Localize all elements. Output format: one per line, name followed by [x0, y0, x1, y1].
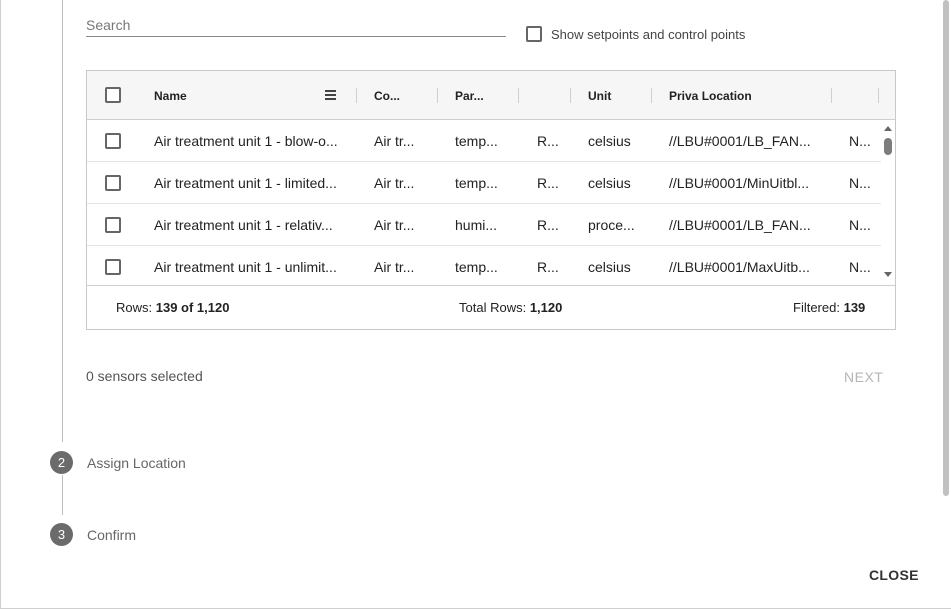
table-row[interactable]: Air treatment unit 1 - unlimit... Air tr… [87, 246, 881, 284]
page-scrollbar[interactable] [943, 0, 949, 496]
column-header-label: Unit [588, 88, 612, 103]
cell-component: Air tr... [374, 259, 415, 275]
step-number: 2 [50, 451, 73, 474]
rows-status: Rows: 139 of 1,120 [116, 300, 229, 315]
column-header-unit[interactable]: Unit [588, 71, 648, 120]
show-setpoints-checkbox[interactable] [526, 26, 542, 42]
search-input[interactable] [86, 13, 506, 36]
cell-component: Air tr... [374, 175, 415, 191]
cell-unit: celsius [588, 133, 631, 149]
step-number: 3 [50, 523, 73, 546]
cell-type: R... [537, 217, 559, 233]
filtered-value: 139 [843, 300, 866, 315]
table-row[interactable]: Air treatment unit 1 - limited... Air tr… [87, 162, 881, 204]
cell-priva-location: //LBU#0001/LB_FAN... [669, 133, 811, 149]
total-rows-value: 1,120 [529, 300, 563, 315]
cell-extra: N... [849, 259, 871, 275]
cell-name: Air treatment unit 1 - blow-o... [154, 133, 338, 149]
cell-priva-location: //LBU#0001/LB_FAN... [669, 217, 811, 233]
column-header-label: Co... [374, 88, 400, 103]
cell-unit: celsius [588, 175, 631, 191]
cell-type: R... [537, 133, 559, 149]
step-confirm[interactable]: 3 Confirm [50, 523, 136, 546]
dialog: Show setpoints and control points Name C… [0, 0, 951, 609]
show-setpoints-toggle[interactable]: Show setpoints and control points [526, 26, 745, 42]
step-label: Confirm [87, 526, 137, 543]
cell-component: Air tr... [374, 217, 415, 233]
column-separator[interactable] [437, 88, 438, 103]
filtered-label: Filtered: [793, 300, 840, 315]
filtered-status: Filtered: 139 [793, 300, 865, 315]
step-label: Assign Location [87, 454, 186, 471]
close-button[interactable]: CLOSE [869, 567, 919, 583]
arrow-up-icon[interactable] [884, 126, 892, 131]
row-checkbox[interactable] [105, 259, 121, 275]
cell-parameter: temp... [455, 175, 498, 191]
column-header-component[interactable]: Co... [374, 71, 434, 120]
column-header-blank[interactable] [536, 71, 566, 120]
selected-count: 0 sensors selected [86, 368, 203, 384]
rows-value: 139 of 1,120 [155, 300, 230, 315]
table-row[interactable]: Air treatment unit 1 - relativ... Air tr… [87, 204, 881, 246]
column-header-priva-location[interactable]: Priva Location [669, 71, 829, 120]
column-separator[interactable] [651, 88, 652, 103]
table-scrollbar[interactable] [881, 120, 895, 284]
select-all-checkbox[interactable] [105, 87, 121, 103]
column-separator[interactable] [878, 88, 879, 103]
total-rows-label: Total Rows: [459, 300, 527, 315]
cell-name: Air treatment unit 1 - limited... [154, 175, 337, 191]
cell-type: R... [537, 259, 559, 275]
row-checkbox[interactable] [105, 133, 121, 149]
cell-parameter: temp... [455, 133, 498, 149]
cell-unit: proce... [588, 217, 635, 233]
cell-name: Air treatment unit 1 - unlimit... [154, 259, 337, 275]
scrollbar-thumb[interactable] [884, 138, 892, 155]
step-assign-location[interactable]: 2 Assign Location [50, 451, 186, 474]
table-header: Name Co... Par... Unit Priva Location [87, 71, 895, 120]
stepper-line [62, 0, 63, 442]
row-checkbox[interactable] [105, 217, 121, 233]
column-header-label: Par... [455, 88, 484, 103]
total-rows-status: Total Rows: 1,120 [459, 300, 562, 315]
cell-parameter: temp... [455, 259, 498, 275]
column-header-parameter[interactable]: Par... [455, 71, 515, 120]
cell-extra: N... [849, 175, 871, 191]
stepper-line [62, 475, 63, 515]
sensor-table: Name Co... Par... Unit Priva Location Ai… [86, 70, 896, 330]
column-header-label: Name [154, 88, 187, 103]
cell-extra: N... [849, 133, 871, 149]
column-header-label: Priva Location [669, 88, 752, 103]
column-separator[interactable] [570, 88, 571, 103]
cell-component: Air tr... [374, 133, 415, 149]
column-separator[interactable] [518, 88, 519, 103]
row-checkbox[interactable] [105, 175, 121, 191]
column-separator[interactable] [356, 88, 357, 103]
cell-type: R... [537, 175, 559, 191]
cell-unit: celsius [588, 259, 631, 275]
cell-priva-location: //LBU#0001/MinUitbl... [669, 175, 810, 191]
search-field [86, 13, 506, 37]
cell-parameter: humi... [455, 217, 498, 233]
table-footer: Rows: 139 of 1,120 Total Rows: 1,120 Fil… [87, 285, 895, 329]
rows-label: Rows: [116, 300, 153, 315]
table-row[interactable]: Air treatment unit 1 - blow-o... Air tr.… [87, 120, 881, 162]
cell-extra: N... [849, 217, 871, 233]
column-separator[interactable] [831, 88, 832, 103]
show-setpoints-label: Show setpoints and control points [551, 26, 746, 42]
column-header-extra[interactable] [847, 71, 877, 120]
column-header-name[interactable]: Name [154, 71, 334, 120]
table-body: Air treatment unit 1 - blow-o... Air tr.… [87, 120, 881, 284]
arrow-down-icon[interactable] [884, 272, 892, 277]
cell-priva-location: //LBU#0001/MaxUitb... [669, 259, 810, 275]
cell-name: Air treatment unit 1 - relativ... [154, 217, 333, 233]
menu-icon[interactable] [325, 90, 336, 100]
next-button[interactable]: NEXT [844, 369, 883, 385]
